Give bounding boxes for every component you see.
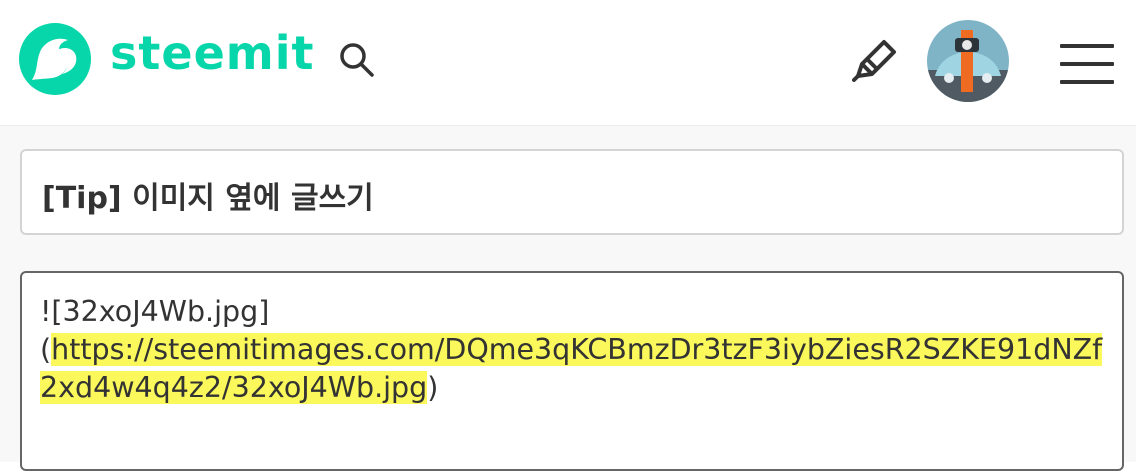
title-input[interactable]: [Tip] 이미지 옆에 글쓰기 — [20, 149, 1124, 235]
markdown-image-suffix: ) — [427, 371, 439, 404]
search-icon[interactable] — [337, 40, 377, 80]
user-avatar[interactable] — [927, 20, 1009, 102]
pencil-icon[interactable] — [850, 38, 900, 84]
brand-name[interactable]: steemit — [110, 26, 314, 80]
body-textarea[interactable]: ![32xoJ4Wb.jpg] (https://steemitimages.c… — [20, 271, 1124, 471]
hamburger-menu-icon[interactable] — [1060, 44, 1114, 86]
highlighted-url: https://steemitimages.com/DQme3qKCBmzDr3… — [40, 333, 1103, 404]
steemit-logo-icon[interactable] — [18, 22, 92, 96]
body-text: ![32xoJ4Wb.jpg] (https://steemitimages.c… — [40, 293, 1104, 407]
top-header: steemit — [0, 0, 1136, 126]
